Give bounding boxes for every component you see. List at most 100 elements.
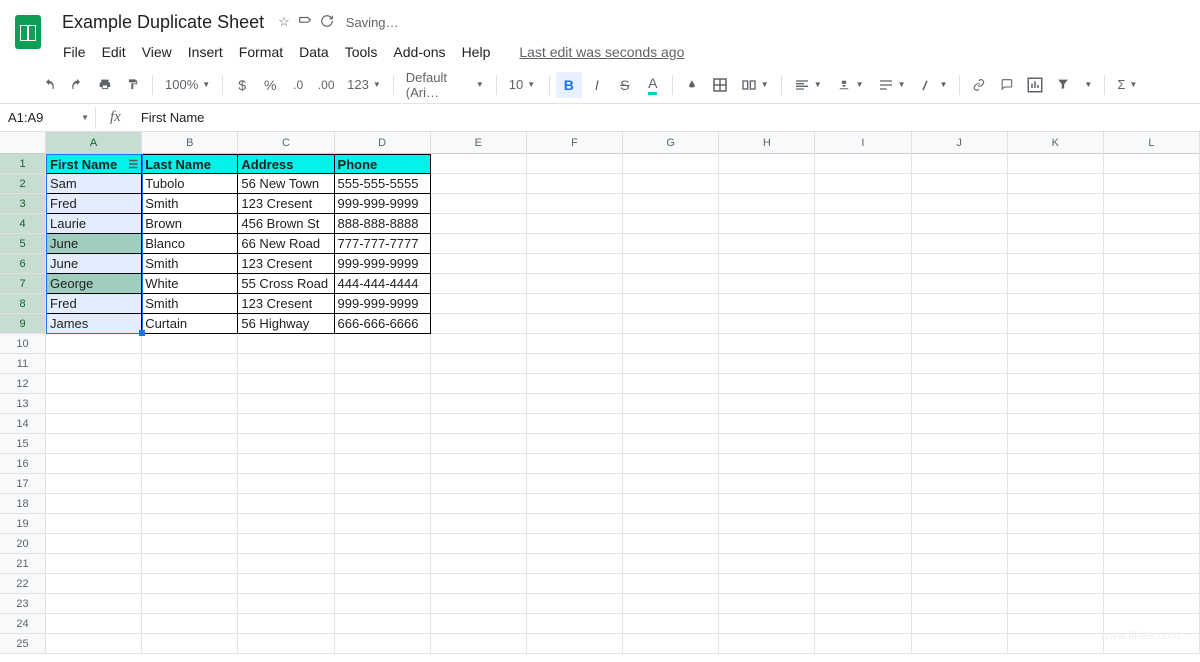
cell-L20[interactable]	[1104, 534, 1200, 554]
sheets-logo[interactable]	[8, 12, 48, 52]
cell-H11[interactable]	[719, 354, 815, 374]
cell-H3[interactable]	[719, 194, 815, 214]
cell-J14[interactable]	[912, 414, 1008, 434]
cell-I4[interactable]	[815, 214, 911, 234]
cell-H1[interactable]	[719, 154, 815, 174]
cell-B7[interactable]: White	[142, 274, 238, 294]
cell-G4[interactable]	[623, 214, 719, 234]
cell-A17[interactable]	[46, 474, 142, 494]
cell-B17[interactable]	[142, 474, 238, 494]
cell-H2[interactable]	[719, 174, 815, 194]
cell-J23[interactable]	[912, 594, 1008, 614]
cell-G24[interactable]	[623, 614, 719, 634]
cell-L21[interactable]	[1104, 554, 1200, 574]
cell-K17[interactable]	[1008, 474, 1104, 494]
text-color-button[interactable]: A	[640, 72, 666, 98]
cell-D12[interactable]	[335, 374, 431, 394]
cell-G2[interactable]	[623, 174, 719, 194]
cell-H13[interactable]	[719, 394, 815, 414]
cell-K18[interactable]	[1008, 494, 1104, 514]
row-header-17[interactable]: 17	[0, 474, 46, 494]
cell-G12[interactable]	[623, 374, 719, 394]
cell-I16[interactable]	[815, 454, 911, 474]
col-header-I[interactable]: I	[815, 132, 911, 154]
cell-K13[interactable]	[1008, 394, 1104, 414]
cell-D8[interactable]: 999-999-9999	[335, 294, 431, 314]
cell-L5[interactable]	[1104, 234, 1200, 254]
cell-E19[interactable]	[431, 514, 527, 534]
cell-K21[interactable]	[1008, 554, 1104, 574]
col-header-K[interactable]: K	[1008, 132, 1104, 154]
cell-J9[interactable]	[912, 314, 1008, 334]
cell-A4[interactable]: Laurie	[46, 214, 142, 234]
cell-D10[interactable]	[335, 334, 431, 354]
cell-K19[interactable]	[1008, 514, 1104, 534]
cell-C2[interactable]: 56 New Town	[238, 174, 334, 194]
cell-D3[interactable]: 999-999-9999	[335, 194, 431, 214]
cell-K16[interactable]	[1008, 454, 1104, 474]
cell-H8[interactable]	[719, 294, 815, 314]
cell-B9[interactable]: Curtain	[142, 314, 238, 334]
cell-K14[interactable]	[1008, 414, 1104, 434]
menu-data[interactable]: Data	[292, 40, 336, 64]
cell-A10[interactable]	[46, 334, 142, 354]
cell-H15[interactable]	[719, 434, 815, 454]
cell-H17[interactable]	[719, 474, 815, 494]
cell-F3[interactable]	[527, 194, 623, 214]
cell-I9[interactable]	[815, 314, 911, 334]
cell-K15[interactable]	[1008, 434, 1104, 454]
cell-F19[interactable]	[527, 514, 623, 534]
cell-J13[interactable]	[912, 394, 1008, 414]
cell-C16[interactable]	[238, 454, 334, 474]
cell-C24[interactable]	[238, 614, 334, 634]
cell-L14[interactable]	[1104, 414, 1200, 434]
cell-F6[interactable]	[527, 254, 623, 274]
cell-C6[interactable]: 123 Cresent	[238, 254, 334, 274]
cell-A9[interactable]: James	[46, 314, 142, 334]
cell-A12[interactable]	[46, 374, 142, 394]
col-header-F[interactable]: F	[527, 132, 623, 154]
cell-C20[interactable]	[238, 534, 334, 554]
col-header-E[interactable]: E	[431, 132, 527, 154]
cell-A24[interactable]	[46, 614, 142, 634]
cell-G19[interactable]	[623, 514, 719, 534]
cell-D4[interactable]: 888-888-8888	[335, 214, 431, 234]
cell-F12[interactable]	[527, 374, 623, 394]
cell-J5[interactable]	[912, 234, 1008, 254]
cell-E20[interactable]	[431, 534, 527, 554]
halign-button[interactable]: ▼	[788, 73, 828, 97]
cell-J12[interactable]	[912, 374, 1008, 394]
cell-E10[interactable]	[431, 334, 527, 354]
cell-C21[interactable]	[238, 554, 334, 574]
cell-D13[interactable]	[335, 394, 431, 414]
cell-I24[interactable]	[815, 614, 911, 634]
cell-C4[interactable]: 456 Brown St	[238, 214, 334, 234]
percent-button[interactable]: %	[257, 72, 283, 98]
decrease-decimal-button[interactable]: .0	[285, 72, 311, 98]
cell-I7[interactable]	[815, 274, 911, 294]
cell-E11[interactable]	[431, 354, 527, 374]
cell-B15[interactable]	[142, 434, 238, 454]
cell-D23[interactable]	[335, 594, 431, 614]
cell-D21[interactable]	[335, 554, 431, 574]
cell-E16[interactable]	[431, 454, 527, 474]
cell-F23[interactable]	[527, 594, 623, 614]
cell-E1[interactable]	[431, 154, 527, 174]
col-header-G[interactable]: G	[623, 132, 719, 154]
cell-H6[interactable]	[719, 254, 815, 274]
cell-E14[interactable]	[431, 414, 527, 434]
cell-A15[interactable]	[46, 434, 142, 454]
cell-G10[interactable]	[623, 334, 719, 354]
cell-A21[interactable]	[46, 554, 142, 574]
cell-B22[interactable]	[142, 574, 238, 594]
cell-D17[interactable]	[335, 474, 431, 494]
cell-B20[interactable]	[142, 534, 238, 554]
menu-tools[interactable]: Tools	[338, 40, 385, 64]
cell-C9[interactable]: 56 Highway	[238, 314, 334, 334]
cell-E12[interactable]	[431, 374, 527, 394]
cell-F7[interactable]	[527, 274, 623, 294]
cell-G3[interactable]	[623, 194, 719, 214]
cell-H22[interactable]	[719, 574, 815, 594]
cell-G11[interactable]	[623, 354, 719, 374]
row-header-23[interactable]: 23	[0, 594, 46, 614]
